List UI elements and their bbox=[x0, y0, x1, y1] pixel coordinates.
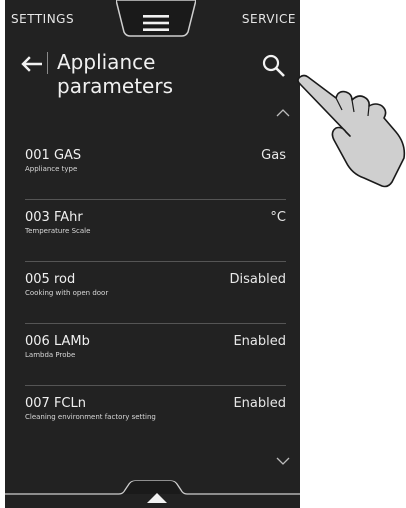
appliance-screen: SETTINGS SERVICE Appliance parameters 00… bbox=[5, 0, 300, 508]
search-icon[interactable] bbox=[261, 53, 287, 79]
param-code: 007 FCLn bbox=[25, 396, 86, 411]
arrow-left-icon[interactable] bbox=[20, 56, 42, 72]
top-bar: SETTINGS SERVICE bbox=[5, 10, 300, 28]
param-value: Disabled bbox=[229, 272, 286, 287]
param-description: Temperature Scale bbox=[25, 227, 91, 235]
chevron-up-icon[interactable] bbox=[276, 108, 290, 118]
param-code: 005 rod bbox=[25, 272, 76, 287]
param-code: 001 GAS bbox=[25, 148, 82, 163]
tab-service[interactable]: SERVICE bbox=[238, 12, 300, 26]
list-item[interactable]: 007 FCLn Cleaning environment factory se… bbox=[5, 386, 300, 448]
param-description: Cleaning environment factory setting bbox=[25, 413, 156, 421]
list-item[interactable]: 003 FAhr Temperature Scale °C bbox=[5, 200, 300, 262]
param-description: Cooking with open door bbox=[25, 289, 109, 297]
list-item[interactable]: 001 GAS Appliance type Gas bbox=[5, 138, 300, 200]
title-divider bbox=[47, 52, 48, 74]
param-description: Appliance type bbox=[25, 165, 78, 173]
tab-settings[interactable]: SETTINGS bbox=[5, 12, 78, 26]
list-item[interactable]: 005 rod Cooking with open door Disabled bbox=[5, 262, 300, 324]
pointing-hand-icon bbox=[297, 74, 406, 188]
param-value: Enabled bbox=[233, 396, 286, 411]
scroll-up-triangle-icon[interactable] bbox=[146, 492, 168, 504]
param-code: 006 LAMb bbox=[25, 334, 90, 349]
param-value: °C bbox=[270, 210, 286, 225]
chevron-down-icon[interactable] bbox=[276, 456, 290, 466]
page-title-line2: parameters bbox=[57, 74, 174, 98]
list-item[interactable]: 006 LAMb Lambda Probe Enabled bbox=[5, 324, 300, 386]
param-value: Gas bbox=[261, 148, 286, 163]
page-title: Appliance parameters bbox=[57, 50, 227, 98]
page-title-line1: Appliance bbox=[57, 50, 156, 74]
param-value: Enabled bbox=[233, 334, 286, 349]
param-description: Lambda Probe bbox=[25, 351, 76, 359]
param-code: 003 FAhr bbox=[25, 210, 83, 225]
